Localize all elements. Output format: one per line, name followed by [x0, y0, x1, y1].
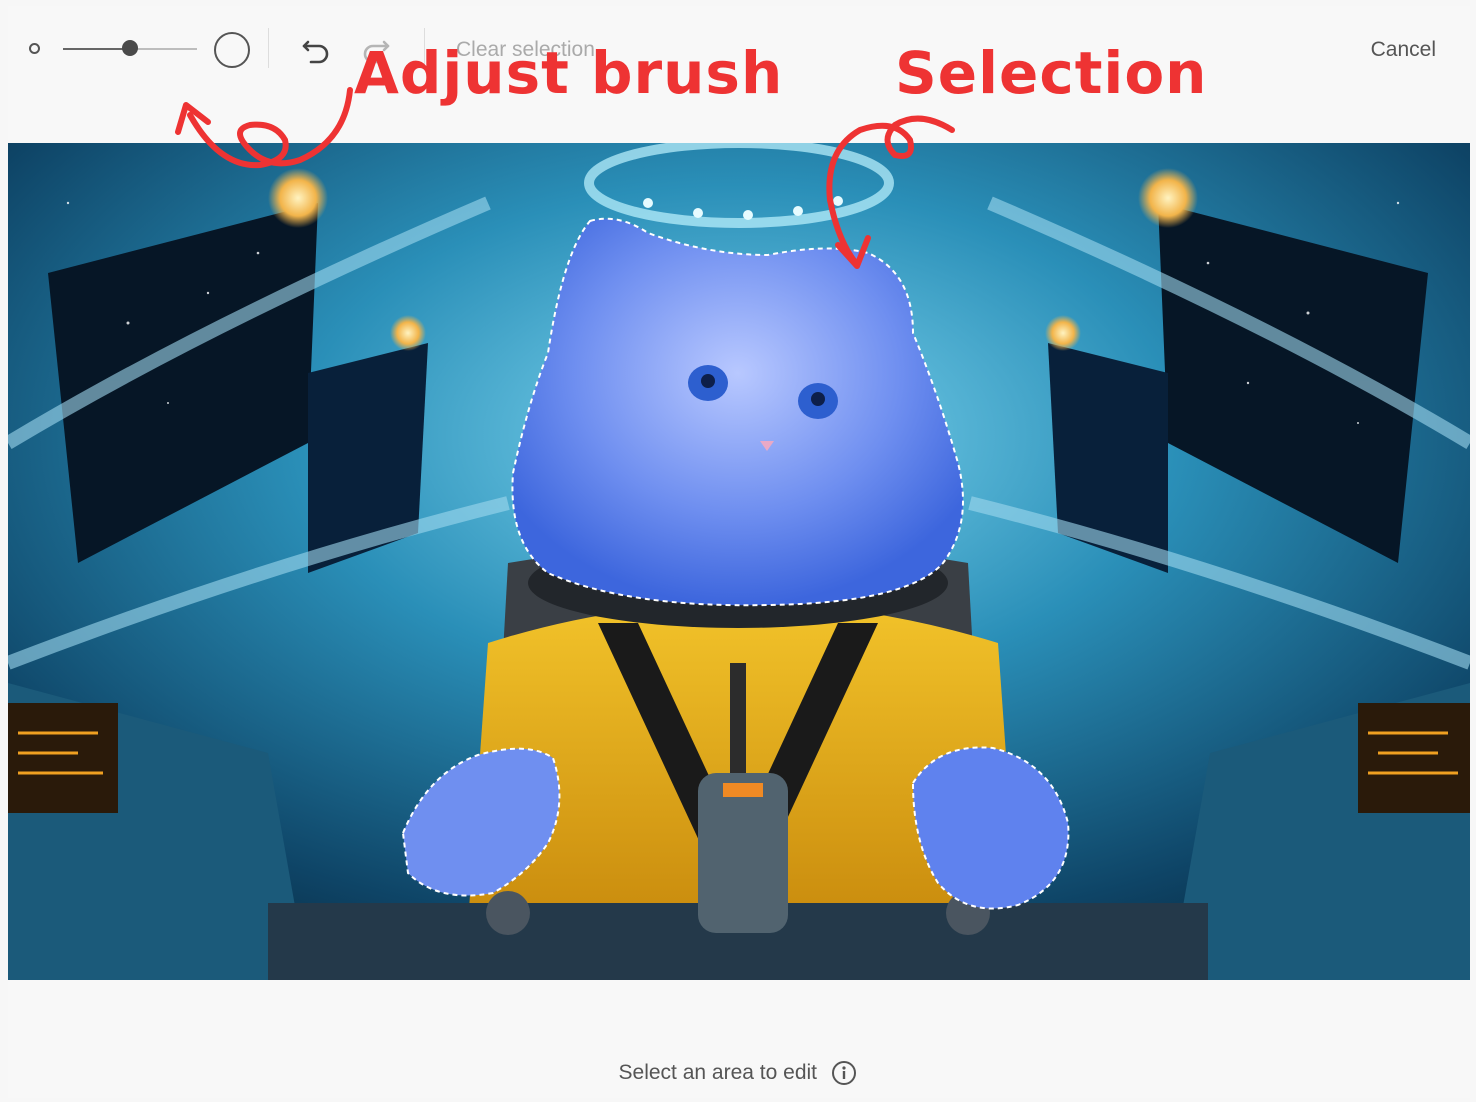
undo-icon[interactable] [298, 32, 334, 68]
select-area-hint: Select an area to edit [618, 1061, 817, 1084]
cockpit-image[interactable] [8, 143, 1470, 980]
selection-annotation: Selection [895, 39, 1208, 107]
cancel-button[interactable]: Cancel [1371, 38, 1436, 62]
info-icon[interactable] [831, 1060, 857, 1086]
brush-size-large-icon [214, 32, 250, 68]
brush-size-slider-thumb[interactable] [122, 40, 138, 56]
adjust-brush-annotation: Adjust brush [354, 39, 784, 107]
brush-size-small-icon [29, 43, 40, 54]
footer: Select an area to edit [0, 1060, 1476, 1086]
brush-size-slider-remaining[interactable] [130, 48, 197, 50]
toolbar-divider [268, 28, 269, 68]
image-canvas[interactable] [8, 143, 1470, 980]
cat-head-selection [511, 217, 964, 607]
